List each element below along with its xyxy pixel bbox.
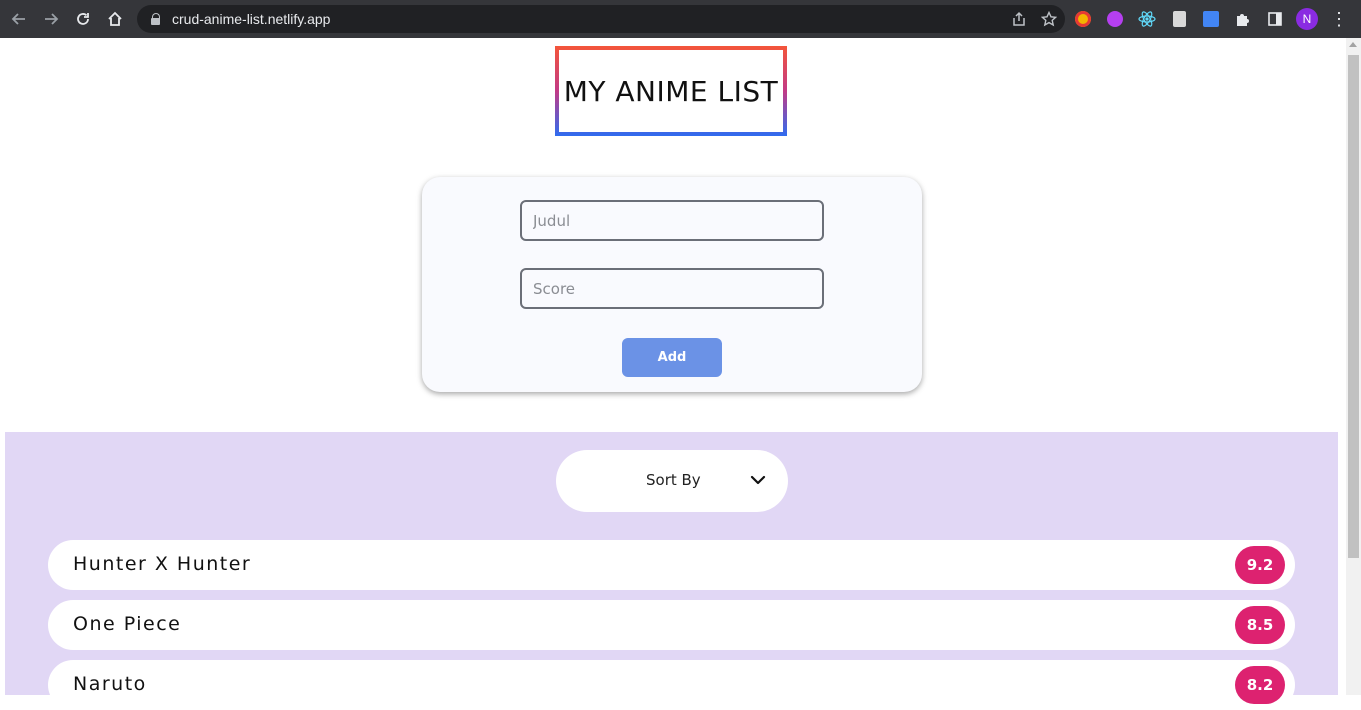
side-panel-icon[interactable] [1264,8,1286,30]
title-input[interactable] [520,200,824,241]
sort-label: Sort By [646,471,701,489]
anime-title: Hunter X Hunter [73,553,252,575]
reload-icon [77,13,89,25]
ext-4-icon[interactable] [1168,8,1190,30]
scroll-thumb[interactable] [1348,55,1359,558]
add-button[interactable]: Add [622,338,722,377]
anime-title: One Piece [73,613,182,635]
sort-dropdown[interactable]: Sort By [556,450,788,512]
bookmark-star-icon[interactable] [1041,11,1057,27]
arrow-right-icon [45,13,59,25]
title-frame: MY ANIME LIST [555,46,787,136]
anime-title: Naruto [73,673,147,695]
add-anime-form: Add [422,177,922,392]
back-button[interactable] [3,0,35,38]
scroll-up-icon[interactable] [1349,42,1357,47]
page-title: MY ANIME LIST [563,74,779,108]
page-content: MY ANIME LIST Add Sort By Hunter X Hunte… [0,38,1346,710]
home-icon [108,11,122,26]
list-item[interactable]: Naruto 8.2 [48,660,1295,710]
score-badge: 9.2 [1235,546,1285,584]
kebab-menu-icon[interactable]: ⋮ [1328,9,1350,30]
lock-icon [151,13,161,25]
anime-list-section: Sort By Hunter X Hunter 9.2 One Piece 8.… [5,432,1338,710]
list-item[interactable]: Hunter X Hunter 9.2 [48,540,1295,590]
ext-1-icon[interactable] [1072,8,1094,30]
reload-button[interactable] [67,0,99,38]
ext-2-icon[interactable] [1104,8,1126,30]
vertical-scrollbar[interactable] [1346,38,1361,695]
arrow-left-icon [11,13,25,25]
extensions-puzzle-icon[interactable] [1232,8,1254,30]
score-badge: 8.5 [1235,606,1285,644]
forward-button[interactable] [35,0,67,38]
google-translate-icon[interactable] [1200,8,1222,30]
chevron-down-icon [750,475,766,485]
list-item[interactable]: One Piece 8.5 [48,600,1295,650]
profile-avatar[interactable]: N [1296,8,1318,30]
browser-toolbar: crud-anime-list.netlify.app N ⋮ [0,0,1361,38]
home-button[interactable] [99,0,131,38]
share-icon[interactable] [1011,11,1027,27]
react-devtools-icon[interactable] [1136,8,1158,30]
url-text: crud-anime-list.netlify.app [172,11,331,27]
score-badge: 8.2 [1235,666,1285,704]
address-bar[interactable]: crud-anime-list.netlify.app [137,5,1065,33]
score-input[interactable] [520,268,824,309]
